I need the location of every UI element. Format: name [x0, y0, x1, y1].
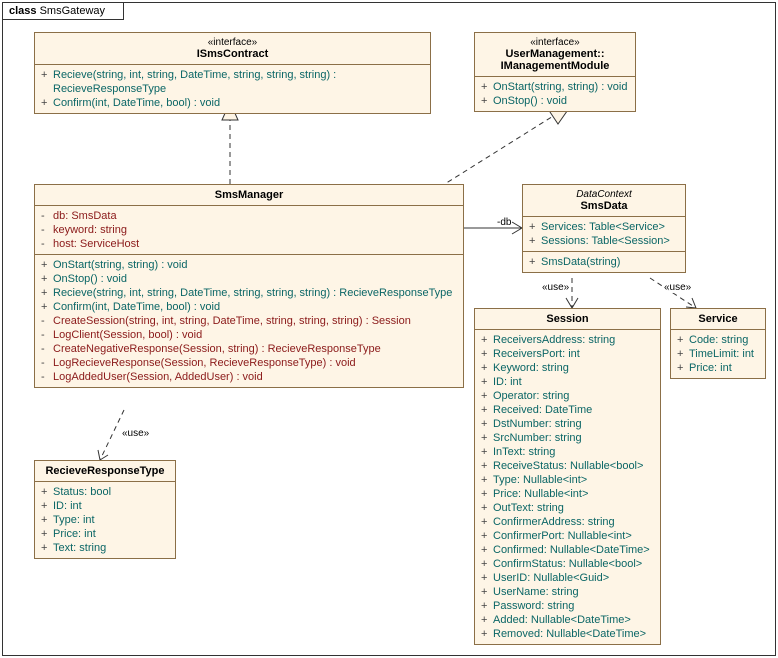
attributes: +Services: Table<Service>+Sessions: Tabl…	[523, 217, 685, 252]
operations: +OnStart(string, string) : void+OnStop()…	[475, 77, 635, 111]
attributes: -db: SmsData-keyword: string-host: Servi…	[35, 206, 463, 255]
operations: +OnStart(string, string) : void+OnStop()…	[35, 255, 463, 387]
class-name: Session	[481, 313, 654, 325]
frame-keyword: class	[9, 5, 37, 17]
class-name: Service	[677, 313, 759, 325]
assoc-db-label: -db	[497, 217, 511, 228]
class-name: RecieveResponseType	[41, 465, 169, 477]
class-name: ISmsContract	[41, 48, 424, 60]
class-sms-manager: SmsManager -db: SmsData-keyword: string-…	[34, 184, 464, 388]
superclass: DataContext	[529, 189, 679, 200]
frame-name: SmsGateway	[40, 5, 105, 17]
use-label-session: «use»	[540, 282, 571, 293]
class-sms-data: DataContext SmsData +Services: Table<Ser…	[522, 184, 686, 273]
class-name: SmsData	[529, 200, 679, 212]
class-recieve-response-type: RecieveResponseType +Status: bool+ID: in…	[34, 460, 176, 559]
attributes: +Status: bool+ID: int+Type: int+Price: i…	[35, 482, 175, 558]
stereotype: «interface»	[481, 37, 629, 48]
class-imanagement-module: «interface» UserManagement::IManagementM…	[474, 32, 636, 112]
class-session: Session +ReceiversAddress: string+Receiv…	[474, 308, 661, 645]
stereotype: «interface»	[41, 37, 424, 48]
class-name: IManagementModule	[501, 60, 610, 72]
use-label-rrt: «use»	[120, 428, 151, 439]
class-name-ns: UserManagement::	[505, 48, 604, 60]
frame-label: class SmsGateway	[3, 3, 124, 20]
class-service: Service +Code: string+TimeLimit: int+Pri…	[670, 308, 766, 379]
class-isms-contract: «interface» ISmsContract +Recieve(string…	[34, 32, 431, 114]
attributes: +Code: string+TimeLimit: int+Price: int	[671, 330, 765, 378]
use-label-service: «use»	[662, 282, 693, 293]
attributes: +ReceiversAddress: string+ReceiversPort:…	[475, 330, 660, 644]
class-name: SmsManager	[41, 189, 457, 201]
operations: +SmsData(string)	[523, 252, 685, 272]
operations: +Recieve(string, int, string, DateTime, …	[35, 65, 430, 113]
